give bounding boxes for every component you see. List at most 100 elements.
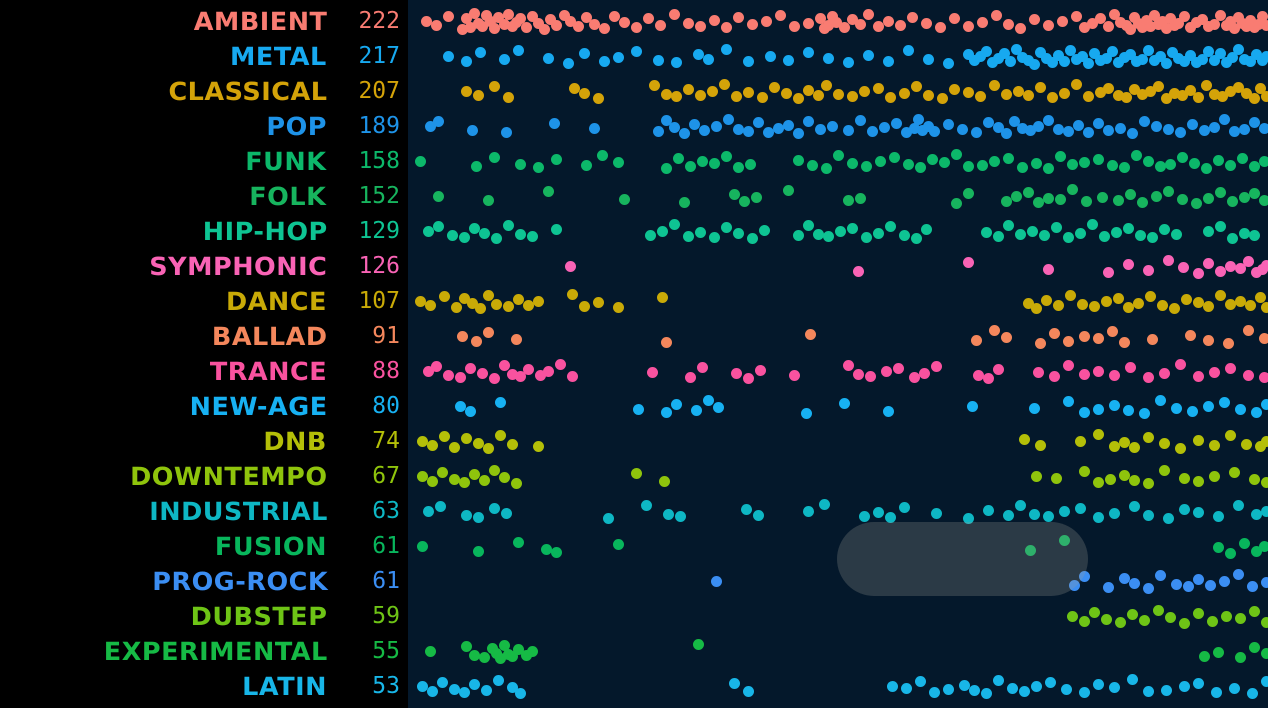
data-point[interactable] (1106, 325, 1118, 337)
data-point[interactable] (1212, 510, 1224, 522)
data-point[interactable] (774, 9, 786, 21)
data-point[interactable] (472, 437, 484, 449)
data-point[interactable] (948, 83, 960, 95)
data-point[interactable] (1108, 369, 1120, 381)
data-point[interactable] (1224, 429, 1236, 441)
data-point[interactable] (1228, 125, 1240, 137)
data-point[interactable] (612, 156, 624, 168)
data-point[interactable] (1070, 10, 1082, 22)
data-point[interactable] (1118, 161, 1130, 173)
data-point[interactable] (752, 116, 764, 128)
data-point[interactable] (1208, 121, 1220, 133)
data-point[interactable] (962, 160, 974, 172)
genre-row-dubstep[interactable]: DUBSTEP 59 (0, 599, 408, 634)
data-point[interactable] (730, 90, 742, 102)
data-point[interactable] (860, 160, 872, 172)
data-point[interactable] (1142, 44, 1154, 56)
data-point[interactable] (580, 159, 592, 171)
data-point[interactable] (1058, 534, 1070, 546)
data-point[interactable] (708, 231, 720, 243)
data-point[interactable] (782, 119, 794, 131)
data-point[interactable] (1096, 191, 1108, 203)
data-point[interactable] (670, 398, 682, 410)
data-point[interactable] (962, 187, 974, 199)
data-point[interactable] (434, 500, 446, 512)
data-point[interactable] (718, 78, 730, 90)
data-point[interactable] (460, 55, 472, 67)
data-point[interactable] (1184, 329, 1196, 341)
data-point[interactable] (750, 191, 762, 203)
data-point[interactable] (618, 16, 630, 28)
data-point[interactable] (1024, 544, 1036, 556)
data-point[interactable] (802, 84, 814, 96)
data-point[interactable] (430, 360, 442, 372)
data-point[interactable] (846, 90, 858, 102)
data-point[interactable] (1192, 506, 1204, 518)
data-point[interactable] (1098, 230, 1110, 242)
data-point[interactable] (1078, 465, 1090, 477)
data-point[interactable] (654, 19, 666, 31)
data-point[interactable] (912, 113, 924, 125)
strip-row-ballad[interactable] (408, 319, 1268, 354)
data-point[interactable] (612, 538, 624, 550)
data-point[interactable] (1066, 158, 1078, 170)
data-point[interactable] (842, 359, 854, 371)
data-point[interactable] (950, 148, 962, 160)
data-point[interactable] (488, 502, 500, 514)
data-point[interactable] (1254, 291, 1266, 303)
data-point[interactable] (480, 684, 492, 696)
data-point[interactable] (910, 232, 922, 244)
strip-row-dubstep[interactable] (408, 599, 1268, 634)
strip-row-funk[interactable] (408, 144, 1268, 179)
data-point[interactable] (482, 289, 494, 301)
data-point[interactable] (1092, 332, 1104, 344)
data-point[interactable] (972, 369, 984, 381)
data-point[interactable] (658, 475, 670, 487)
data-point[interactable] (464, 405, 476, 417)
genre-row-hip-hop[interactable]: HIP-HOP 129 (0, 214, 408, 249)
data-point[interactable] (1238, 227, 1250, 239)
data-point[interactable] (456, 330, 468, 342)
data-point[interactable] (1248, 641, 1260, 653)
data-point[interactable] (1118, 436, 1130, 448)
data-point[interactable] (1054, 193, 1066, 205)
data-point[interactable] (854, 114, 866, 126)
data-point[interactable] (1122, 301, 1134, 313)
data-point[interactable] (488, 80, 500, 92)
data-point[interactable] (522, 363, 534, 375)
data-point[interactable] (1258, 371, 1268, 383)
genre-row-industrial[interactable]: INDUSTRIAL 63 (0, 494, 408, 529)
data-point[interactable] (494, 396, 506, 408)
data-point[interactable] (862, 49, 874, 61)
data-point[interactable] (864, 370, 876, 382)
genre-row-fusion[interactable]: FUSION 61 (0, 529, 408, 564)
data-point[interactable] (474, 302, 486, 314)
data-point[interactable] (474, 46, 486, 58)
data-point[interactable] (930, 507, 942, 519)
data-point[interactable] (660, 336, 672, 348)
data-point[interactable] (1164, 611, 1176, 623)
data-point[interactable] (1192, 677, 1204, 689)
data-point[interactable] (648, 79, 660, 91)
data-point[interactable] (488, 151, 500, 163)
data-point[interactable] (1220, 610, 1232, 622)
data-point[interactable] (514, 228, 526, 240)
data-point[interactable] (754, 364, 766, 376)
genre-row-latin[interactable]: LATIN 53 (0, 669, 408, 704)
data-point[interactable] (1032, 366, 1044, 378)
data-point[interactable] (1128, 577, 1140, 589)
data-point[interactable] (448, 683, 460, 695)
data-point[interactable] (1214, 9, 1226, 21)
data-point[interactable] (976, 16, 988, 28)
data-point[interactable] (742, 125, 754, 137)
data-point[interactable] (460, 85, 472, 97)
data-point[interactable] (1058, 505, 1070, 517)
data-point[interactable] (482, 442, 494, 454)
data-point[interactable] (1192, 267, 1204, 279)
data-point[interactable] (1122, 258, 1134, 270)
data-point[interactable] (1192, 475, 1204, 487)
data-point[interactable] (942, 683, 954, 695)
data-point[interactable] (858, 510, 870, 522)
data-point[interactable] (532, 440, 544, 452)
data-point[interactable] (1142, 264, 1154, 276)
